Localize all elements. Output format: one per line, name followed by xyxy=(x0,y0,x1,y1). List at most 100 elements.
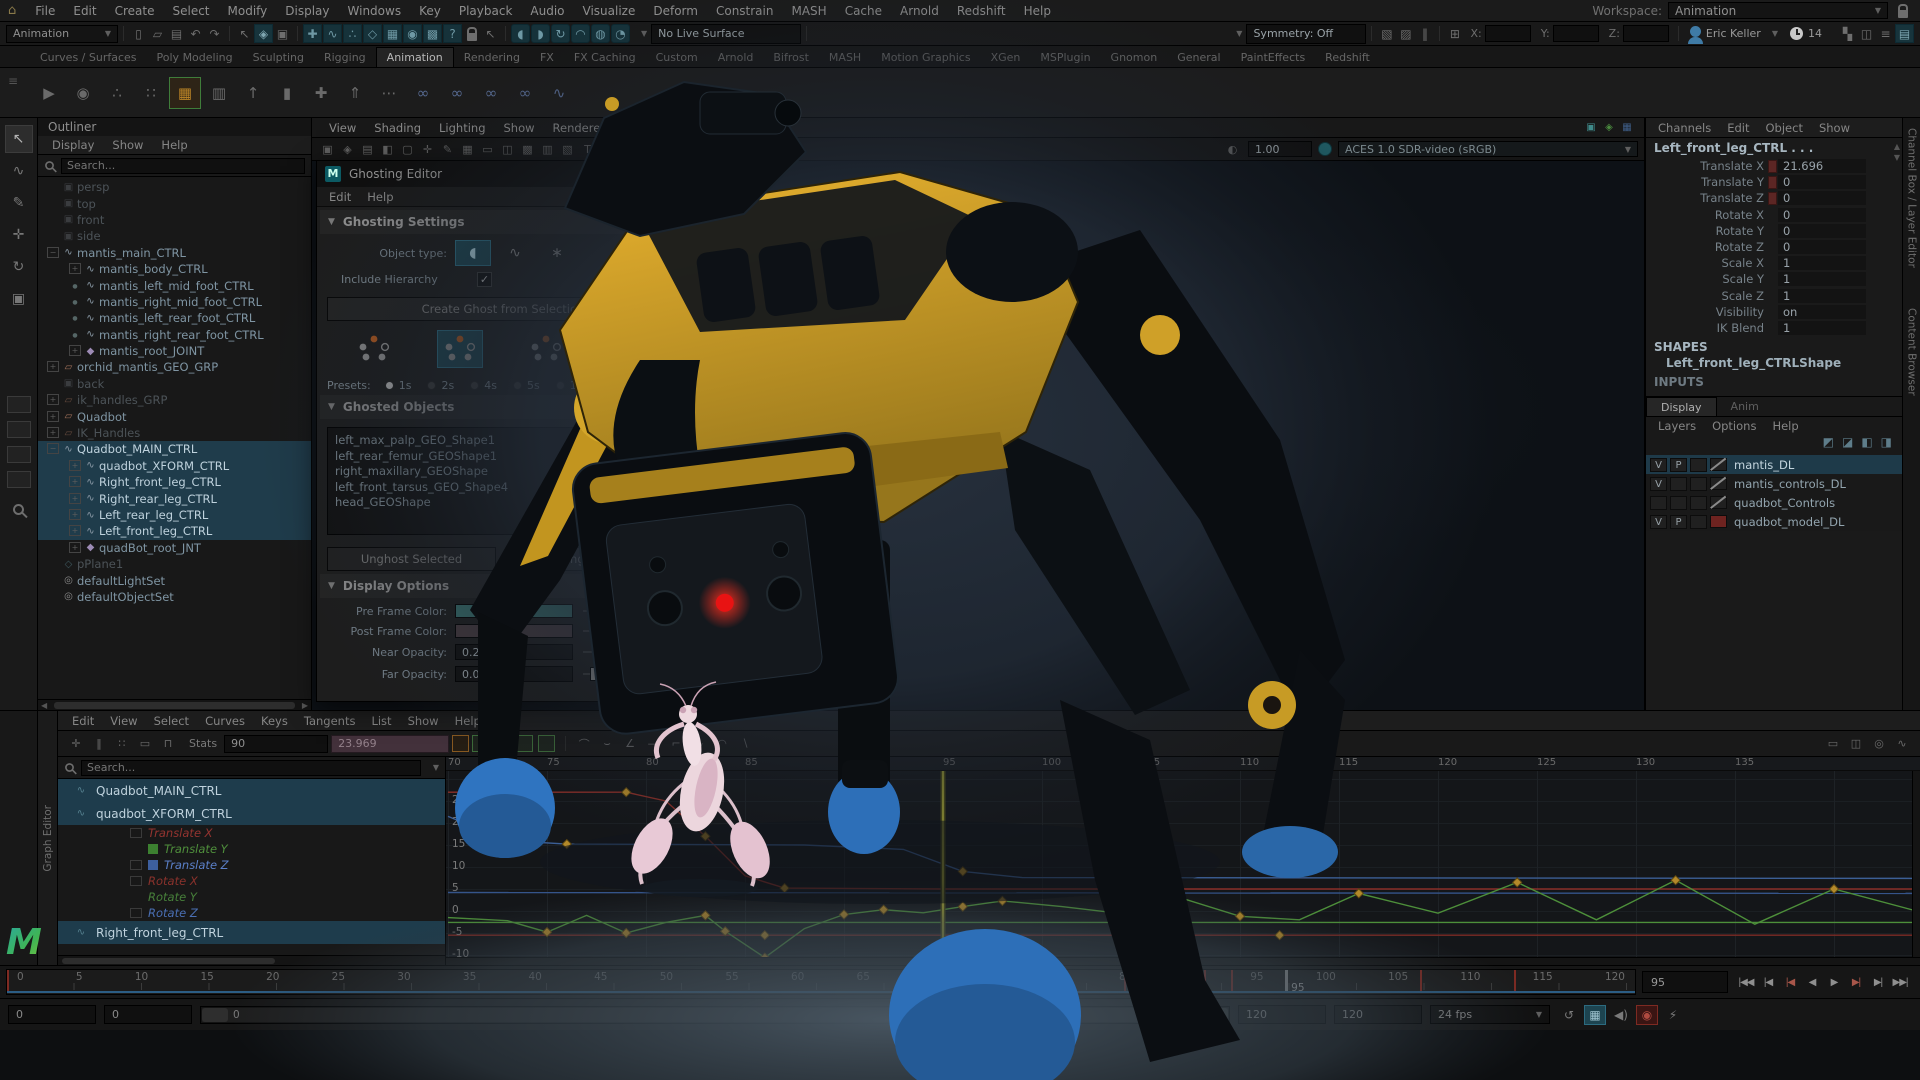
outliner-search-input[interactable] xyxy=(61,158,305,174)
outliner-hscrollbar[interactable]: ◀ ▶ xyxy=(38,699,311,710)
channel-box-menu-item[interactable]: Channels xyxy=(1650,120,1719,136)
step-forward-frame-button[interactable]: ▶| xyxy=(1868,972,1888,992)
graph-curve-area[interactable]: 707580859095100105110115120125130135 252… xyxy=(446,757,1920,965)
outliner-row[interactable]: mantis_left_rear_foot_CTRL xyxy=(38,310,311,326)
curve-color-swatch[interactable] xyxy=(148,844,158,854)
shelf-tab[interactable]: Rigging xyxy=(314,48,376,67)
empty-layer-icon[interactable]: ◧ xyxy=(1861,435,1872,455)
output-connections-icon[interactable]: ◗ xyxy=(531,24,550,43)
create-ghost-button[interactable]: Create Ghost from Selection xyxy=(327,297,679,321)
layer-display-mode-toggle[interactable] xyxy=(1690,496,1707,510)
live-surface-dropdown-icon[interactable]: ▼ xyxy=(635,29,647,38)
ghosting-editor-icon[interactable]: ▦ xyxy=(170,78,200,108)
maximize-button[interactable]: ▢ xyxy=(629,168,651,181)
layer-display-mode-toggle[interactable] xyxy=(1690,458,1707,472)
expand-toggle-icon[interactable] xyxy=(68,494,82,504)
layer-playback-toggle[interactable] xyxy=(1670,477,1687,491)
go-to-end-button[interactable]: ▶▶| xyxy=(1890,972,1910,992)
persp-graph-layout-button[interactable] xyxy=(7,471,31,488)
character-controls-icon[interactable]: ◫ xyxy=(1857,24,1876,43)
resolution-gate-icon[interactable]: ◫ xyxy=(498,140,517,158)
preset-radio[interactable]: 10s xyxy=(556,379,590,392)
far-opacity-slider[interactable] xyxy=(583,667,679,681)
minimize-button[interactable]: — xyxy=(599,168,621,181)
graph-menu-item[interactable]: List xyxy=(363,713,399,729)
stacked-view-icon[interactable] xyxy=(494,735,511,752)
outliner-row[interactable]: Left_front_leg_CTRL xyxy=(38,523,311,539)
graph-tree-row[interactable]: quadbot_XFORM_CTRL xyxy=(58,802,445,825)
shelf-tab[interactable]: Bifrost xyxy=(763,48,819,67)
layer-editor-tab[interactable]: Anim xyxy=(1717,397,1773,416)
camera-select-icon[interactable]: ▣ xyxy=(318,140,337,158)
plateau-tangent-icon[interactable]: ∿ xyxy=(689,734,709,753)
layer-display-mode-toggle[interactable] xyxy=(1690,515,1707,529)
outliner-row[interactable]: back xyxy=(38,376,311,392)
channel-value-field[interactable]: 0 xyxy=(1778,175,1866,189)
safe-action-icon[interactable]: ▧ xyxy=(558,140,577,158)
expand-toggle-icon[interactable] xyxy=(68,526,82,536)
outliner-row[interactable]: mantis_root_JOINT xyxy=(38,343,311,359)
time-marker-icon[interactable] xyxy=(452,735,469,752)
shaded-icon[interactable]: ◆ xyxy=(618,140,637,158)
linear-tangent-icon[interactable]: ∠ xyxy=(620,734,640,753)
menu-item[interactable]: Visualize xyxy=(574,2,645,20)
channel-value-field[interactable]: 0 xyxy=(1778,240,1866,254)
layer-menu-item[interactable]: Options xyxy=(1704,418,1764,434)
expand-toggle-icon[interactable] xyxy=(68,264,82,274)
step-forward-key-button[interactable]: ▶| xyxy=(1846,972,1866,992)
move-layer-down-icon[interactable]: ◪ xyxy=(1842,435,1853,455)
shelf-tab[interactable]: Motion Graphics xyxy=(871,48,980,67)
outliner-row[interactable]: orchid_mantis_GEO_GRP xyxy=(38,359,311,375)
shelf-tab[interactable]: Gnomon xyxy=(1101,48,1168,67)
outliner-row[interactable]: mantis_right_rear_foot_CTRL xyxy=(38,327,311,343)
shelf-tab[interactable]: Redshift xyxy=(1315,48,1380,67)
lights-icon[interactable]: ◉ xyxy=(658,140,677,158)
film-snap-icon[interactable]: ▩ xyxy=(423,24,442,43)
persp-outliner-layout-button[interactable] xyxy=(7,446,31,463)
layer-color-swatch[interactable] xyxy=(1710,496,1727,509)
snap-viewplane-icon[interactable]: ▦ xyxy=(383,24,402,43)
step-back-key-button[interactable]: |◀ xyxy=(1780,972,1800,992)
multisample-icon[interactable]: ▒ xyxy=(738,140,757,158)
menu-set-selector[interactable]: Animation▼ xyxy=(6,25,118,43)
ghosted-object-item[interactable]: left_max_palp_GEO_Shape1 xyxy=(335,433,671,449)
channel-value-field[interactable]: 1 xyxy=(1778,256,1866,270)
dialog-menu-item[interactable]: Edit xyxy=(321,189,359,205)
channel-value-field[interactable]: on xyxy=(1778,305,1866,319)
graph-menu-item[interactable]: Select xyxy=(146,713,197,729)
menu-item[interactable]: Constrain xyxy=(707,2,783,20)
make-live-icon[interactable]: ◉ xyxy=(403,24,422,43)
open-scene-icon[interactable]: ▱ xyxy=(148,24,167,43)
symmetry-field[interactable]: Symmetry: Off xyxy=(1246,24,1366,44)
near-opacity-field[interactable]: 0.228 xyxy=(455,644,573,660)
near-opacity-slider[interactable] xyxy=(583,645,679,659)
rotate-tool-icon[interactable]: ↻ xyxy=(6,254,32,280)
viewport-menu-item[interactable]: Shading xyxy=(365,119,430,137)
grease-pencil-icon[interactable]: ✎ xyxy=(438,140,457,158)
infinity-view-icon[interactable] xyxy=(538,735,555,752)
uv-snap-icon[interactable]: ◔ xyxy=(611,24,630,43)
z-coordinate-field[interactable] xyxy=(1623,25,1669,42)
channel-row[interactable]: Visibility on xyxy=(1646,304,1902,320)
channel-value-field[interactable]: 1 xyxy=(1778,289,1866,303)
playback-start-field[interactable]: 0 xyxy=(104,1005,192,1024)
colorspace-selector[interactable]: ACES 1.0 SDR-video (sRGB)▼ xyxy=(1338,141,1638,157)
graph-menu-item[interactable]: Keys xyxy=(253,713,296,729)
menu-item[interactable]: Windows xyxy=(339,2,411,20)
graph-tree-row[interactable]: Rotate Z xyxy=(58,905,445,921)
parent-constraint-icon[interactable]: ∞ xyxy=(510,78,540,108)
menu-item[interactable]: Playback xyxy=(450,2,522,20)
outliner-row[interactable]: pPlane1 xyxy=(38,556,311,572)
hold-key-icon[interactable]: ⇑ xyxy=(340,78,370,108)
wireframe-icon[interactable]: ◇ xyxy=(598,140,617,158)
new-scene-icon[interactable]: ▯ xyxy=(129,24,148,43)
shelf-tab[interactable]: General xyxy=(1167,48,1230,67)
outliner-filter-icon[interactable] xyxy=(45,161,54,170)
expand-toggle-icon[interactable] xyxy=(46,412,60,422)
graph-tree-row[interactable]: Quadbot_MAIN_CTRL xyxy=(58,779,445,802)
preset-radio[interactable]: 4s xyxy=(470,379,497,392)
image-plane-icon[interactable]: ▢ xyxy=(398,140,417,158)
normalized-view-icon[interactable] xyxy=(516,735,533,752)
channel-value-field[interactable]: 1 xyxy=(1778,272,1866,286)
animation-snapshot-icon[interactable]: ◉ xyxy=(1636,1005,1658,1025)
